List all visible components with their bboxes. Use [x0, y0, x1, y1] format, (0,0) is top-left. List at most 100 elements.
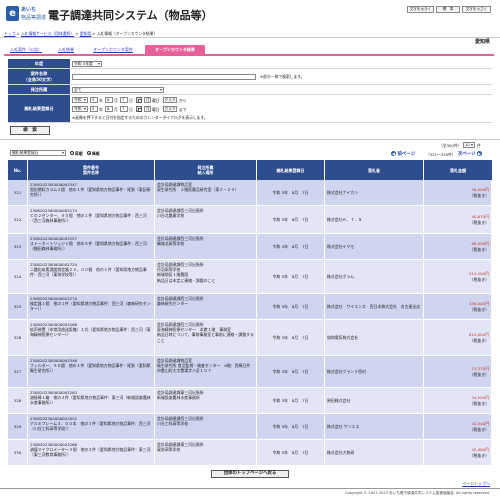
case-name-row: 案件名称 （全角50文字） ※部分一致で検索します。	[8, 69, 492, 85]
to-month-input[interactable]: 8	[105, 106, 113, 112]
tax-note: （税抜き）	[469, 426, 489, 432]
from-day-input[interactable]: 7	[120, 97, 128, 103]
delivery-place: 森林研究センター	[157, 301, 189, 307]
winner-cell: 株式会社 サンエス	[325, 414, 424, 439]
case-name-link[interactable]: アルミフレーム３、００本 他の１件（愛知県地方物品事件：西三河（川谷工科高等学校…	[30, 421, 152, 431]
order-desc-radio[interactable]	[87, 151, 91, 155]
search-button[interactable]: 検 索	[10, 126, 50, 135]
amount-cell: 456,000円 （税抜き）	[424, 294, 492, 319]
case-name-link[interactable]: ストーカートリッジ１個 他の５件（愛知県地方物品事件：西三河（額田森林事務所））	[30, 241, 152, 251]
no-cell: 321	[8, 180, 28, 205]
case-name-input[interactable]	[72, 74, 256, 80]
case-name-link[interactable]: 溶媒マイクロメーター３個 他の２件（愛知県地方物品事件：東三河（東三河教育事務所…	[30, 447, 152, 457]
tab-bid-results[interactable]: 入札結果	[52, 45, 80, 54]
winner-cell: 株式会社大和研	[325, 440, 424, 465]
table-row: 323 2308202300000003257 ストーカートリッジ１個 他の５件（愛…	[8, 234, 492, 260]
year-row: 年度 令和 5年度	[8, 59, 492, 69]
font-standard-button[interactable]: 標 準	[436, 6, 460, 13]
no-cell: 329	[8, 414, 28, 439]
case-name-link[interactable]: 固形燃料カラム２個 他の１件（愛知県地方物品事件：尾張（東記研究所））	[30, 187, 152, 197]
sort-select[interactable]: 開札結果登録日	[10, 150, 66, 156]
case-cell: 2308202300000003266 溶媒マイクロメーター３個 他の２件（愛知県…	[28, 440, 155, 465]
divider	[0, 488, 500, 489]
no-cell: 326	[8, 320, 28, 355]
from-era-select[interactable]: 令和	[72, 97, 88, 103]
to-year-input[interactable]: 5	[90, 106, 98, 112]
col-winner: 落札者	[325, 160, 424, 180]
bureau-select[interactable]: 全て	[72, 87, 164, 93]
delivery-place: 東生研究所 ２階医薬品研究室（東２－２９）	[157, 187, 239, 193]
tax-note: （税抜き）	[469, 400, 489, 406]
from-calendar-icon[interactable]	[136, 97, 142, 103]
case-name-link[interactable]: 二酸化炭素濃度測定器２２、００個 他の１件（愛知県地方物品事件：西三河（東海学校…	[30, 267, 152, 277]
to-clear-button[interactable]: クリア	[163, 106, 177, 112]
col-bureau: 発注所属 納入場所	[155, 160, 257, 180]
amount-cell: 40,670円 （税抜き）	[424, 206, 492, 233]
header: e あいち 物品等調達 電子調達共同システム（物品等） 文字を大きく 標 準 文…	[0, 0, 500, 30]
page-top-link[interactable]: ページトップへ	[462, 481, 490, 487]
no-cell: 330	[8, 440, 28, 465]
delivery-place: 衛生研究所 食品監視・検査センター 6階：西棟日井市豊山町大字豊場字八反１０７	[157, 363, 251, 374]
next-page-link[interactable]: 次ページ ▶	[458, 151, 483, 157]
case-name-link[interactable]: フィルター、９０個 他の１件（愛知県地方物品事件：尾張（愛知県衛生研究所））	[30, 363, 152, 373]
no-cell: 323	[8, 234, 28, 259]
case-name-link[interactable]: 拡声装置（非常用放送設備）１式（愛知県地方物品事件：西三河（東海精神医療センター…	[30, 327, 152, 337]
bureau-cell: 会計局調達課東三河出張所 新城設楽農林水産事務所	[155, 388, 257, 413]
per-page-select[interactable]: 10	[463, 142, 475, 148]
date-cell: 令和 5年 8月 7日	[257, 388, 325, 413]
from-month-input[interactable]: 8	[105, 97, 113, 103]
table-row: 329 2308202300000003052 アルミフレーム３、００本 他の１件（…	[8, 414, 492, 440]
breadcrumb-top[interactable]: トップ	[4, 31, 15, 36]
delivery-place: 新城設楽農林水産事務所	[157, 395, 200, 401]
table-row: 321 2308202300000003347 固形燃料カラム２個 他の１件（愛知県…	[8, 180, 492, 206]
logo-mark-icon: e	[6, 6, 19, 21]
year-select[interactable]: 令和 5年度	[72, 61, 102, 67]
tab-open-counter-cases[interactable]: オープンカウンタ案件	[84, 45, 142, 54]
tab-bid-announcement[interactable]: 入札案件（公告）	[4, 45, 48, 54]
back-to-top-page-button[interactable]: 団体のトップページへ戻る	[211, 470, 289, 478]
divider	[0, 37, 500, 38]
date-cell: 令和 5年 8月 7日	[257, 180, 325, 205]
to-calendar-icon[interactable]	[136, 106, 142, 112]
case-name-link[interactable]: ＣＯ２センター、９０個 他の１件（愛知県地方物品事件：西三河（西三河森林事務所）…	[30, 213, 152, 223]
table-row: 322 2308202300000003174 ＣＯ２センター、９０個 他の１件（愛…	[8, 206, 492, 234]
table-header: No. 案件番号 案件名称 発注所属 納入場所 開札結果登録日 落札者 落札金額	[8, 160, 492, 180]
from-clear-button[interactable]: クリア	[163, 97, 177, 103]
tax-note: （税抜き）	[469, 371, 489, 377]
amount-cell: 810,000円 （税抜き）	[424, 320, 492, 355]
winner-cell: 株式会社 サイエンス 西日本株式会社 名古屋支店	[325, 294, 424, 319]
tax-note: （税抜き）	[469, 192, 489, 198]
page-range: （321～330件）	[426, 152, 456, 157]
to-day-input[interactable]: 7	[120, 106, 128, 112]
tab-open-counter-results[interactable]: オープンカウンタ結果	[145, 45, 205, 54]
no-cell: 322	[8, 206, 28, 233]
case-name-label: 案件名称 （全角50文字）	[8, 69, 70, 84]
order-asc-radio[interactable]	[70, 151, 74, 155]
col-date: 開札結果登録日	[257, 160, 325, 180]
year-label: 年度	[8, 59, 70, 68]
prev-page-link[interactable]: ◀ 前ページ	[391, 151, 415, 157]
breadcrumb-group[interactable]: 入札情報サービス（団体選択）	[21, 31, 74, 36]
case-name-link[interactable]: 溶接棒１箱 他の４件（愛知県地方物品事件：東三河（新城設楽農林水産事務所））	[30, 395, 152, 405]
font-small-button[interactable]: 文字を小さく	[462, 6, 491, 13]
tax-note: （税抜き）	[469, 246, 489, 252]
site-logo[interactable]: e あいち 物品等調達	[6, 4, 46, 26]
winner-cell: 株式会社ボラム	[325, 260, 424, 293]
case-name-link[interactable]: 検定器１個 他の１件（愛知県地方物品事件：西三河（森林研究センター））	[30, 301, 152, 311]
case-cell: 2308202300000002724 二酸化炭素濃度測定器２２、００個 他の１件…	[28, 260, 155, 293]
from-year-input[interactable]: 5	[90, 97, 98, 103]
font-large-button[interactable]: 文字を大きく	[407, 6, 434, 13]
case-name-hint: ※部分一致で検索します。	[260, 74, 305, 79]
tab-underline	[4, 54, 494, 56]
table-row: 326 2308202300000003268 拡声装置（非常用放送設備）１式（愛知…	[8, 320, 492, 356]
to-weekday: 月	[144, 106, 151, 112]
to-era-select[interactable]: 令和	[72, 106, 88, 112]
date-cell: 令和 5年 8月 7日	[257, 320, 325, 355]
amount-cell: 34,500円 （税抜き）	[424, 388, 492, 413]
system-title: 電子調達共同システム（物品等）	[48, 9, 213, 22]
breadcrumb-current: 入札情報（オープンカウンタ結果）	[96, 31, 158, 36]
date-cell: 令和 5年 8月 7日	[257, 440, 325, 465]
bureau-cell: 会計局調達課西三河出張所 川谷北農業学校	[155, 206, 257, 233]
breadcrumb-prefecture[interactable]: 愛知県	[80, 31, 91, 36]
date-cell: 令和 5年 8月 7日	[257, 414, 325, 439]
